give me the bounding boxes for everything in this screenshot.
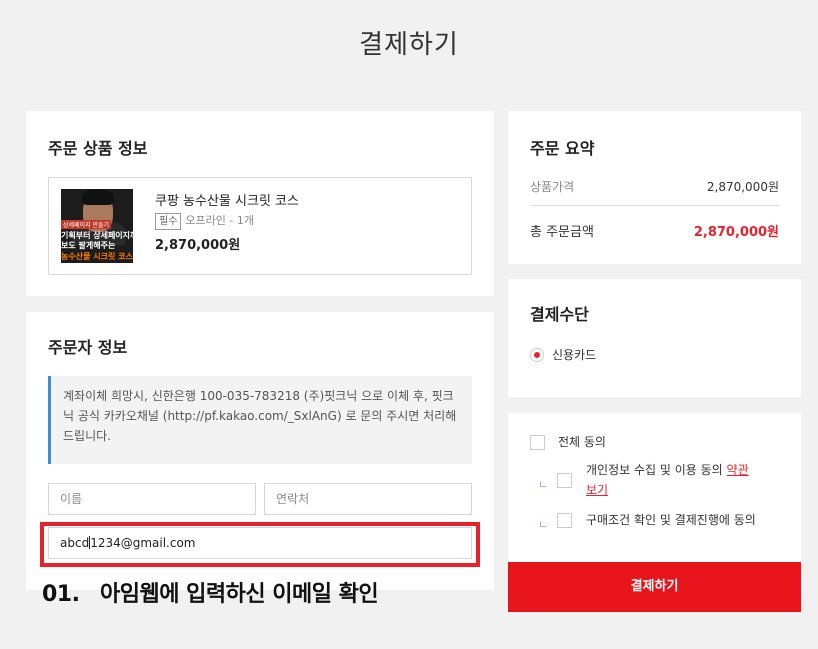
sub-item-mark: ㄴ (538, 478, 549, 491)
privacy-agree-label: 개인정보 수집 및 이용 동의 약관보기 (586, 460, 781, 500)
product-meta: 필수 오프라인 - 1개 (155, 212, 254, 230)
goods-price-label: 상품가격 (530, 180, 575, 194)
privacy-terms-link-2[interactable]: 보기 (586, 483, 608, 497)
page-title: 결제하기 (359, 30, 459, 60)
name-field[interactable]: 이름 (48, 483, 256, 515)
thumb-line-2: 보도 팔게해주는 (61, 241, 116, 250)
product-option: 오프라인 - 1개 (185, 214, 254, 227)
agree-all-label: 전체 동의 (558, 435, 606, 449)
purchase-agree-label: 구매조건 확인 및 결제진행에 동의 (586, 513, 756, 527)
purchase-agree-checkbox[interactable] (557, 513, 572, 528)
agreements-card: 전체 동의 ㄴ 개인정보 수집 및 이용 동의 약관보기 ㄴ 구매조건 확인 및… (508, 413, 801, 563)
payment-section-heading: 결제수단 (530, 305, 589, 324)
thumb-figure-hair (82, 189, 114, 205)
agree-all-checkbox[interactable] (530, 435, 545, 450)
email-highlight-box (40, 522, 480, 567)
product-price: 2,870,000원 (155, 238, 241, 253)
goods-price-value: 2,870,000원 (706, 180, 779, 194)
credit-card-radio[interactable] (530, 348, 544, 362)
summary-divider (530, 205, 779, 206)
buyer-section-heading: 주문자 정보 (48, 338, 128, 357)
product-thumbnail: 상세페이지 만들기 기획부터 상세페이지까지 제공 보도 팔게해주는 농수산물 … (61, 189, 133, 263)
thumb-line-3: 농수산물 시크릿 코스 (61, 252, 133, 261)
payment-method-card: 결제수단 신용카드 (508, 279, 801, 397)
total-price-label: 총 주문금액 (530, 225, 594, 240)
credit-card-label: 신용카드 (552, 348, 597, 362)
summary-section-heading: 주문 요약 (530, 139, 595, 158)
privacy-terms-link[interactable]: 약관 (727, 463, 749, 477)
total-price-value: 2,870,000원 (693, 225, 779, 240)
required-badge: 필수 (155, 213, 182, 230)
product-name: 쿠팡 농수산물 시크릿 코스 (155, 194, 299, 209)
annotation-caption: 01. 아임웹에 입력하신 이메일 확인 (42, 576, 379, 608)
order-product-card: 주문 상품 정보 상세페이지 만들기 기획부터 상세페이지까지 제공 보도 팔게… (26, 111, 494, 296)
phone-field[interactable]: 연락처 (264, 483, 472, 515)
bank-transfer-notice: 계좌이체 희망시, 신한은행 100-035-783218 (주)핏크닉 으로 … (48, 376, 472, 464)
product-section-heading: 주문 상품 정보 (48, 139, 148, 158)
privacy-agree-text: 개인정보 수집 및 이용 동의 (586, 463, 723, 477)
pay-button[interactable]: 결제하기 (508, 562, 801, 612)
privacy-agree-checkbox[interactable] (557, 473, 572, 488)
order-summary-card: 주문 요약 상품가격 2,870,000원 총 주문금액 2,870,000원 (508, 111, 801, 264)
thumb-tag: 상세페이지 만들기 (61, 220, 112, 229)
step-number: 01. (42, 582, 80, 607)
sub-item-mark: ㄴ (538, 518, 549, 531)
credit-card-option[interactable]: 신용카드 (530, 346, 596, 363)
product-item: 상세페이지 만들기 기획부터 상세페이지까지 제공 보도 팔게해주는 농수산물 … (48, 177, 472, 275)
step-text: 아임웹에 입력하신 이메일 확인 (100, 582, 379, 607)
